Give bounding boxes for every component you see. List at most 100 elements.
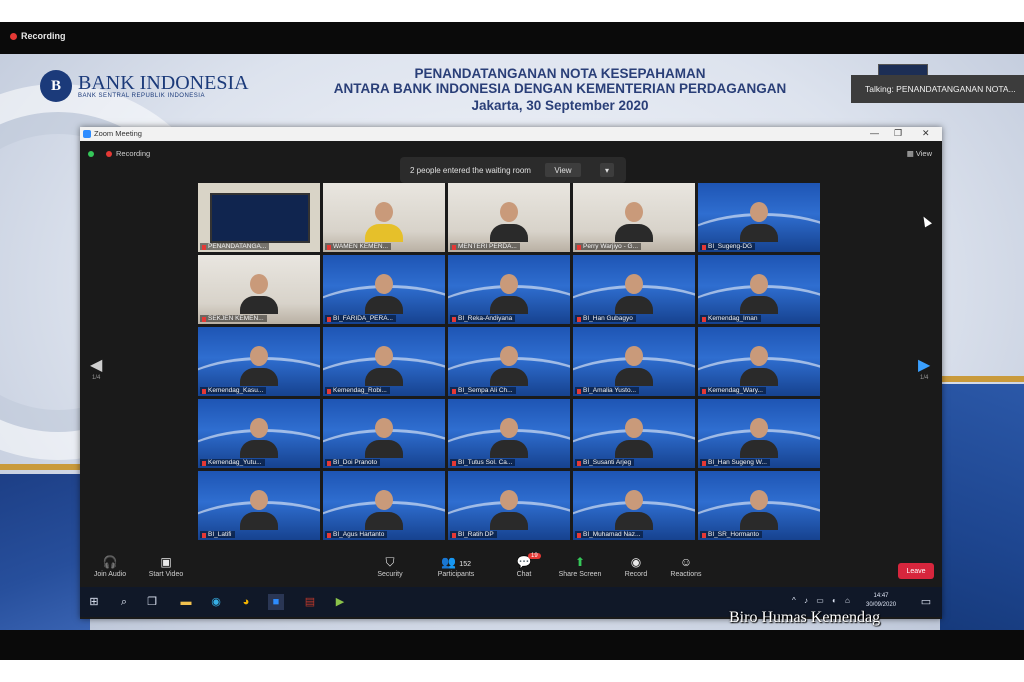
watermark: Biro Humas Kemendag: [729, 609, 881, 626]
participant-video: [615, 490, 653, 530]
arrow-left-icon: ◀: [90, 357, 103, 374]
participant-video: [365, 490, 403, 530]
waiting-room-notification: 2 people entered the waiting room View ▾: [400, 157, 626, 183]
participant-name: BI_Ratih DP: [450, 531, 497, 538]
zoom-app-icon: [83, 130, 91, 138]
windows-start-icon[interactable]: ⊞: [86, 594, 102, 610]
participant-tile[interactable]: BI_Han Gubagyo: [573, 255, 695, 324]
encryption-shield-icon[interactable]: [88, 150, 94, 157]
arrow-right-icon: ▶: [918, 357, 931, 374]
participant-tile[interactable]: SEKJEN KEMEN...: [198, 255, 320, 324]
participant-name: BI_Susanti Arjeg: [575, 459, 635, 466]
system-tray[interactable]: ^ ♪ ▭ ◐ ⌂: [792, 596, 853, 605]
waiting-view-button[interactable]: View: [545, 163, 581, 177]
chrome-icon[interactable]: ◕: [238, 594, 254, 610]
participant-tile[interactable]: BI_Doi Pranoto: [323, 399, 445, 468]
participant-video: [740, 418, 778, 458]
share-screen-button[interactable]: ⬆ Share Screen: [550, 555, 610, 578]
participant-video: [240, 346, 278, 386]
leave-button[interactable]: Leave: [898, 563, 934, 579]
waiting-dismiss-icon[interactable]: ▾: [600, 163, 614, 177]
search-icon[interactable]: ⌕: [116, 594, 132, 610]
participant-tile[interactable]: BI_FARIDA_PERA...: [323, 255, 445, 324]
participant-video: [615, 346, 653, 386]
minimize-icon[interactable]: —: [870, 128, 879, 138]
chat-badge: 19: [528, 553, 541, 559]
reactions-button[interactable]: ☺ Reactions: [656, 555, 716, 578]
participant-name: BI_FARIDA_PERA...: [325, 315, 396, 322]
participant-video: [490, 274, 528, 314]
participant-tile[interactable]: Kemendag_Kasu...: [198, 327, 320, 396]
participant-video: [615, 274, 653, 314]
next-page-button[interactable]: ▶ 1/4: [918, 355, 930, 381]
gold-stripe-right: [940, 376, 1024, 382]
participants-button[interactable]: 👥 152 Participants: [426, 555, 486, 578]
file-explorer-icon[interactable]: ▬: [178, 594, 194, 610]
participant-video: [240, 490, 278, 530]
maximize-icon[interactable]: ❐: [894, 128, 902, 139]
page-indicator-right: 1/4: [919, 375, 929, 381]
security-button[interactable]: ⛉ Security: [360, 555, 420, 578]
participant-tile[interactable]: Kemendag_Yutu...: [198, 399, 320, 468]
participant-tile[interactable]: WAMEN KEMEN...: [323, 183, 445, 252]
participant-video: [740, 274, 778, 314]
participant-tile[interactable]: BI_Latifi: [198, 471, 320, 540]
reactions-label: Reactions: [670, 571, 702, 578]
participant-tile[interactable]: BI_Han Sugeng W...: [698, 399, 820, 468]
participant-tile[interactable]: Kemendag_Iman: [698, 255, 820, 324]
participant-tile[interactable]: BI_Muhamad Naz...: [573, 471, 695, 540]
media-player-icon[interactable]: ▶: [332, 594, 348, 610]
view-button[interactable]: ▦ View: [907, 149, 932, 158]
notification-icon[interactable]: ▭: [918, 594, 934, 610]
page-indicator-left: 1/4: [91, 375, 101, 381]
window-title: Zoom Meeting: [94, 129, 142, 138]
participant-tile[interactable]: MENTERI PERDA...: [448, 183, 570, 252]
security-label: Security: [377, 571, 403, 578]
participant-tile[interactable]: BI_SR_Hormanto: [698, 471, 820, 540]
participant-video: [365, 202, 403, 242]
participant-video: [490, 202, 528, 242]
participant-video: [365, 418, 403, 458]
participant-tile[interactable]: BI_Tutus Sol. Ca...: [448, 399, 570, 468]
headline-line-1: PENANDATANGANAN NOTA KESEPAHAMAN: [414, 66, 706, 81]
clock-time: 14:47: [873, 593, 889, 599]
participant-tile[interactable]: Perry Warjiyo - G...: [573, 183, 695, 252]
participant-tile[interactable]: BI_Ratih DP: [448, 471, 570, 540]
participants-count: 152: [459, 561, 471, 568]
participant-video: [490, 346, 528, 386]
zoom-taskbar-icon[interactable]: ■: [268, 594, 284, 610]
participant-name: Kemendag_Iman: [700, 315, 761, 322]
participant-tile[interactable]: BI_Susanti Arjeg: [573, 399, 695, 468]
chat-button[interactable]: 💬 19 Chat: [494, 553, 554, 578]
participant-video: [240, 274, 278, 314]
participant-tile[interactable]: Kemendag_Robi...: [323, 327, 445, 396]
participant-name: PENANDATANGA...: [200, 243, 270, 250]
participant-video: [740, 346, 778, 386]
participant-tile[interactable]: BI_Agus Hartanto: [323, 471, 445, 540]
participant-tile[interactable]: Kemendag_Wary...: [698, 327, 820, 396]
powerpoint-icon[interactable]: ▤: [302, 594, 318, 610]
participant-name: WAMEN KEMEN...: [325, 243, 392, 250]
headline-line-2: ANTARA BANK INDONESIA DENGAN KEMENTERIAN…: [333, 81, 787, 96]
participant-name: Kemendag_Wary...: [700, 387, 766, 394]
participant-video: [365, 274, 403, 314]
previous-page-button[interactable]: ◀ 1/4: [90, 355, 102, 381]
start-video-button[interactable]: ▣ Start Video: [136, 555, 196, 578]
decorative-band-left: [0, 474, 90, 630]
edge-icon[interactable]: ◉: [208, 594, 224, 610]
meeting-recording-label: Recording: [116, 149, 151, 158]
talking-indicator: Talking: PENANDATANGANAN NOTA...: [851, 75, 1024, 103]
logo-name: BANK INDONESIA: [78, 72, 249, 94]
participant-tile[interactable]: BI_Sugeng-DG: [698, 183, 820, 252]
participant-name: BI_Doi Pranoto: [325, 459, 381, 466]
participant-tile[interactable]: BI_Amalia Yusto...: [573, 327, 695, 396]
participant-tile[interactable]: BI_Sempa Ali Ch...: [448, 327, 570, 396]
participant-name: SEKJEN KEMEN...: [200, 315, 267, 322]
taskbar-clock[interactable]: 14:47 30/09/2020: [866, 592, 896, 610]
participant-tile[interactable]: BI_Reka-Andiyana: [448, 255, 570, 324]
participant-tile[interactable]: PENANDATANGA...: [198, 183, 320, 252]
slide-headline: PENANDATANGANAN NOTA KESEPAHAMAN ANTARA …: [290, 66, 830, 113]
close-icon[interactable]: ✕: [922, 128, 930, 139]
task-view-icon[interactable]: ❐: [144, 594, 160, 610]
join-audio-button[interactable]: 🎧 Join Audio: [80, 555, 140, 578]
